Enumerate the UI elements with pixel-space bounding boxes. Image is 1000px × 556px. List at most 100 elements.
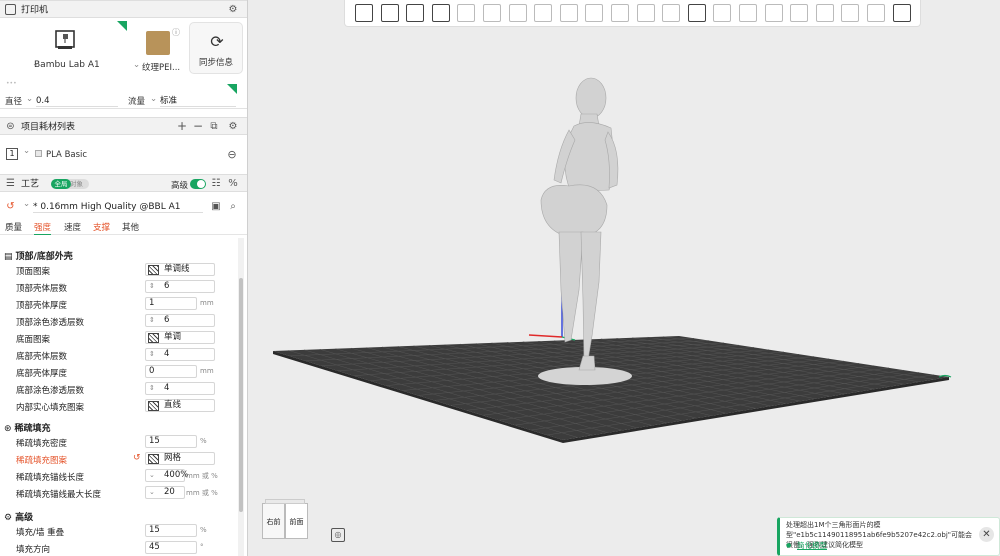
tab-1[interactable]: 强度 <box>34 221 52 235</box>
printer-card[interactable]: Bambu Lab A1 ⌄ <box>3 20 128 77</box>
add-object-icon[interactable] <box>355 4 373 22</box>
param-value: 直线 <box>164 400 182 410</box>
3d-viewport[interactable]: 右前 前面 ◎ <box>249 0 1000 556</box>
filament-item[interactable]: 1 ⌄ PLA Basic ⊖ <box>0 144 247 164</box>
save-icon[interactable]: ▣ <box>210 200 222 212</box>
ruler-icon[interactable] <box>867 4 885 22</box>
gear-icon[interactable]: ⚙ <box>227 3 239 15</box>
sync-button[interactable]: ⟳ 同步信息 <box>189 22 243 74</box>
support-paint-icon[interactable] <box>636 4 655 22</box>
model-figure[interactable] <box>540 77 619 371</box>
view-cube-front[interactable]: 前面 <box>285 503 308 539</box>
view-cube-top[interactable] <box>265 499 305 504</box>
search-icon[interactable]: ⌕ <box>227 200 239 212</box>
view-cube-right[interactable]: 右前 <box>262 503 285 539</box>
param-value-field[interactable]: 15 <box>145 435 197 448</box>
param-value-field[interactable]: 单调线 <box>145 263 215 276</box>
param-value-field[interactable]: ⌄ 400% <box>145 469 188 482</box>
nozzle-select[interactable]: 0.4 <box>36 95 118 107</box>
stepper-icon[interactable]: ⇕ <box>149 349 155 360</box>
scrollbar-thumb[interactable] <box>239 278 243 512</box>
param-value-field[interactable]: ⇕ 4 <box>145 348 215 361</box>
reset-icon[interactable]: ↺ <box>5 200 16 212</box>
param-value-field[interactable]: 15 <box>145 524 197 537</box>
param-value-field[interactable]: 45 <box>145 541 197 554</box>
assembly-icon[interactable] <box>739 4 757 22</box>
fuzzy-skin-icon[interactable] <box>790 4 809 22</box>
flow-select[interactable]: 标准 <box>160 95 236 107</box>
move-icon[interactable] <box>483 4 501 22</box>
chevron-down-icon[interactable]: ⌄ <box>149 470 155 481</box>
param-unit: % <box>200 526 207 534</box>
param-value: 单调 <box>164 332 182 342</box>
scale-icon[interactable] <box>534 4 553 22</box>
compare-icon[interactable]: % <box>227 177 239 189</box>
scope-object[interactable]: 对象 <box>70 179 83 189</box>
stepper-icon[interactable]: ⇕ <box>149 383 155 394</box>
remove-circle-icon[interactable]: ⊖ <box>226 148 238 161</box>
nozzle-label: 直径 <box>5 97 23 107</box>
add-icon[interactable]: + <box>176 119 188 133</box>
variable-layer-icon[interactable] <box>841 4 860 22</box>
chevron-down-icon[interactable]: ⌄ <box>149 487 155 498</box>
stepper-icon[interactable]: ⇕ <box>149 281 155 292</box>
rotate-icon[interactable] <box>508 4 527 22</box>
tab-4[interactable]: 其他 <box>122 221 139 233</box>
orient-icon[interactable] <box>406 4 425 22</box>
info-icon[interactable]: ⓘ <box>172 27 180 38</box>
param-value-field[interactable]: 单调 <box>145 331 215 344</box>
measure-icon[interactable] <box>713 4 732 22</box>
param-label: 顶部涂色渗透层数 <box>16 318 85 328</box>
sync-filament-icon[interactable]: ⧉ <box>208 120 220 132</box>
scope-toggle[interactable]: 全局 对象 <box>51 179 89 189</box>
param-value-field[interactable]: ⌄ 20 <box>145 486 185 499</box>
advanced-toggle[interactable] <box>190 179 206 189</box>
param-value: 单调线 <box>164 264 190 274</box>
scope-global[interactable]: 全局 <box>51 179 71 189</box>
param-value: 20 <box>164 487 175 497</box>
plate-layout-icon[interactable] <box>431 4 450 22</box>
text-icon[interactable] <box>687 4 706 22</box>
stepper-icon[interactable]: ⇕ <box>149 315 155 326</box>
plate-card[interactable]: ⓘ ⌄ 纹理PEI... <box>131 20 183 77</box>
printer-icon <box>5 4 16 15</box>
param-value-field[interactable]: 1 <box>145 297 197 310</box>
view-cube[interactable]: 右前 前面 <box>262 499 308 539</box>
param-value-field[interactable]: ⇕ 6 <box>145 280 215 293</box>
param-value: 4 <box>164 383 170 393</box>
reset-icon[interactable]: ↺ <box>133 453 141 463</box>
chevron-down-icon: ⌄ <box>32 59 40 69</box>
grid-arrange-icon[interactable] <box>380 4 399 22</box>
tab-2[interactable]: 速度 <box>64 221 81 233</box>
list-icon[interactable]: ☷ <box>210 177 222 189</box>
param-value-field[interactable]: 直线 <box>145 399 215 412</box>
param-label: 稀疏填充锚线长度 <box>16 473 85 483</box>
gear-icon[interactable]: ⚙ <box>227 120 239 132</box>
fit-view-icon[interactable]: ◎ <box>331 528 345 542</box>
param-value-field[interactable]: ⇕ 4 <box>145 382 215 395</box>
tab-3[interactable]: 支撑 <box>93 221 110 233</box>
view-settings-icon[interactable] <box>892 4 911 22</box>
param-row: 顶部壳体厚度 1 mm <box>0 296 238 313</box>
mesh-boolean-icon[interactable] <box>611 4 629 22</box>
filament-color-swatch <box>35 150 42 157</box>
preset-select[interactable]: * 0.16mm High Quality @BBL A1 <box>33 201 203 213</box>
height-range-icon[interactable] <box>815 4 834 22</box>
param-row: 填充/墙 重叠 15% <box>0 523 238 540</box>
tab-0[interactable]: 质量 <box>5 221 22 233</box>
cut-icon[interactable] <box>585 4 604 22</box>
remove-icon[interactable]: − <box>192 119 204 133</box>
param-value-field[interactable]: ⇕ 6 <box>145 314 215 327</box>
process-tabs: 质量 强度 速度 支撑 其他 <box>0 220 247 235</box>
scrollbar-track[interactable] <box>238 238 244 556</box>
param-value-field[interactable]: 0 <box>145 365 197 378</box>
section-title: 顶部/底部外壳 <box>15 252 73 262</box>
simplify-model-link[interactable]: 简化模型 <box>797 540 827 551</box>
split-icon[interactable] <box>457 4 476 22</box>
param-value-field[interactable]: 网格 <box>145 452 215 465</box>
brim-icon[interactable] <box>764 4 783 22</box>
param-value: 45 <box>149 542 160 552</box>
seam-paint-icon[interactable] <box>662 4 681 22</box>
lay-flat-icon[interactable] <box>559 4 578 22</box>
close-icon[interactable]: ✕ <box>979 527 994 542</box>
